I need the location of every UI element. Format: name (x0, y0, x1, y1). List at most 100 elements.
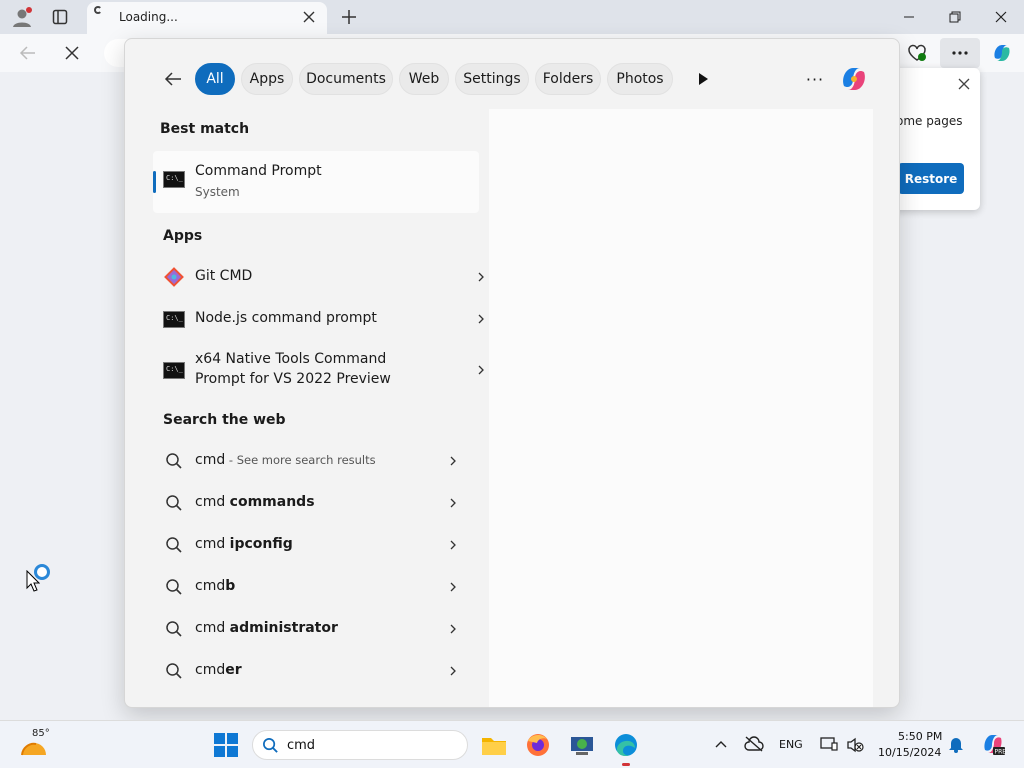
search-icon (166, 453, 182, 469)
display-icon[interactable] (820, 735, 838, 753)
edge-icon[interactable] (612, 731, 640, 759)
app-git-cmd[interactable]: Git CMD (153, 257, 484, 297)
cloud-sync-icon[interactable] (744, 735, 764, 753)
search-back-icon[interactable] (161, 67, 185, 91)
web-result-cmder[interactable]: cmder (125, 651, 479, 691)
web-query: cmd ipconfig (195, 536, 293, 552)
filter-all[interactable]: All (195, 63, 235, 95)
weather-widget[interactable]: 85° (16, 725, 60, 765)
web-result-cmd-ipconfig[interactable]: cmd ipconfig (125, 525, 479, 565)
chevron-right-icon[interactable] (447, 539, 459, 551)
tab-close-icon[interactable] (301, 9, 317, 25)
chevron-right-icon[interactable] (475, 313, 487, 325)
tab-actions-icon[interactable] (47, 5, 73, 29)
chevron-right-icon[interactable] (447, 455, 459, 467)
app-name: Node.js command prompt (195, 310, 377, 326)
minimize-icon[interactable] (892, 4, 926, 30)
filter-photos[interactable]: Photos (607, 63, 673, 95)
chevron-right-icon[interactable] (447, 665, 459, 677)
search-icon (166, 621, 182, 637)
svg-text:PRE: PRE (995, 749, 1007, 756)
filter-settings[interactable]: Settings (455, 63, 529, 95)
browser-essentials-icon[interactable] (903, 40, 931, 66)
web-result-cmd-commands[interactable]: cmd commands (125, 483, 479, 523)
app-name-line2: Prompt for VS 2022 Preview (195, 371, 391, 387)
git-icon (164, 267, 184, 287)
busy-indicator-icon (34, 564, 50, 580)
best-match-heading: Best match (160, 121, 250, 137)
copilot-browser-icon[interactable] (988, 40, 1016, 66)
web-result-cmdb[interactable]: cmdb (125, 567, 479, 607)
clock-date[interactable]: 10/15/2024 (878, 746, 941, 759)
web-result-cmd[interactable]: cmd - See more search results (125, 441, 479, 481)
web-result-cmd-administrator[interactable]: cmd administrator (125, 609, 479, 649)
best-match-type: System (195, 185, 240, 199)
best-match-name: Command Prompt (195, 163, 322, 179)
notification-bell-icon[interactable] (948, 735, 964, 753)
volume-muted-icon[interactable] (846, 736, 864, 754)
loading-spinner-icon (94, 6, 102, 14)
browser-tab[interactable]: Loading... (87, 2, 327, 34)
command-prompt-icon (163, 171, 185, 188)
search-icon (166, 537, 182, 553)
taskbar-search-text: cmd (287, 738, 316, 753)
browser-tab-bar: Loading... (0, 0, 1024, 34)
chevron-right-icon[interactable] (475, 271, 487, 283)
firefox-icon[interactable] (524, 731, 552, 759)
restore-button[interactable]: Restore (898, 163, 964, 194)
search-icon (166, 663, 182, 679)
filter-apps[interactable]: Apps (241, 63, 293, 95)
chevron-up-icon[interactable] (714, 737, 728, 751)
web-query: cmd commands (195, 494, 315, 510)
search-icon (263, 738, 278, 753)
filter-folders[interactable]: Folders (535, 63, 601, 95)
search-icon (166, 495, 182, 511)
copilot-pre-icon[interactable]: PRE (980, 731, 1006, 757)
chevron-right-icon[interactable] (447, 581, 459, 593)
app-nodejs-command-prompt[interactable]: Node.js command prompt (153, 299, 484, 339)
result-preview-pane (489, 109, 873, 707)
more-filters-icon[interactable] (693, 69, 713, 89)
back-arrow-icon[interactable] (14, 40, 42, 66)
copilot-icon[interactable] (838, 63, 870, 95)
web-query: cmd - See more search results (195, 452, 376, 468)
clock-time[interactable]: 5:50 PM (898, 730, 942, 743)
chevron-right-icon[interactable] (447, 623, 459, 635)
language-indicator[interactable]: ENG (779, 738, 803, 751)
search-web-heading: Search the web (163, 412, 286, 428)
best-match-command-prompt[interactable]: Command Prompt System (153, 151, 479, 213)
edge-running-indicator (622, 763, 630, 766)
search-options-button[interactable]: ··· (803, 67, 827, 91)
new-tab-icon[interactable] (336, 5, 362, 29)
web-query: cmdb (195, 578, 236, 594)
settings-more-icon[interactable] (940, 38, 980, 68)
network-app-icon[interactable] (568, 731, 596, 759)
app-name: Git CMD (195, 268, 253, 284)
chevron-right-icon[interactable] (447, 497, 459, 509)
app-x64-native-tools[interactable]: x64 Native Tools Command Prompt for VS 2… (153, 345, 484, 393)
nodejs-prompt-icon (163, 311, 185, 328)
apps-heading: Apps (163, 228, 203, 244)
search-icon (166, 579, 182, 595)
filter-documents[interactable]: Documents (299, 63, 393, 95)
restore-window-icon[interactable] (938, 4, 972, 30)
weather-sun-icon (21, 742, 46, 756)
profile-icon[interactable] (9, 5, 35, 29)
file-explorer-icon[interactable] (480, 731, 508, 759)
app-name-line1: x64 Native Tools Command (195, 351, 387, 367)
filter-web[interactable]: Web (399, 63, 449, 95)
search-flyout: All Apps Documents Web Settings Folders … (124, 38, 900, 708)
popup-message: ome pages (896, 114, 963, 128)
web-query: cmder (195, 662, 242, 678)
chevron-right-icon[interactable] (475, 364, 487, 376)
close-window-icon[interactable] (984, 4, 1018, 30)
taskbar-search-box[interactable]: cmd (252, 730, 468, 760)
popup-close-icon[interactable] (956, 76, 972, 92)
native-tools-icon (163, 362, 185, 379)
stop-loading-icon[interactable] (58, 40, 86, 66)
selection-accent (153, 171, 156, 193)
taskbar: 85° cmd ENG 5:50 PM 10/15/2024 PRE (0, 720, 1024, 768)
start-windows-icon[interactable] (212, 731, 240, 759)
web-query: cmd administrator (195, 620, 338, 636)
tab-title: Loading... (119, 10, 178, 24)
